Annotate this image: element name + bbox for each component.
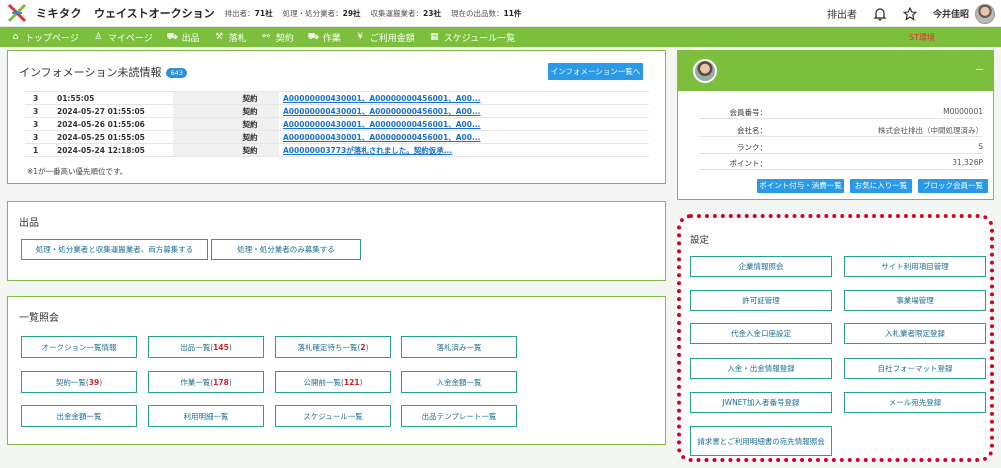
nav-top-page[interactable]: ⌂ トップページ xyxy=(10,31,79,44)
truck-icon: ⛟ xyxy=(307,31,320,42)
profile-company-name: 会社名： 株式会社排出（中間処理済み） xyxy=(699,121,983,137)
yen-icon: ¥ xyxy=(357,31,364,42)
information-panel: インフォメーション未読情報 643 インフォメーション一覧へ 3 01:55:05 契… xyxy=(7,50,666,184)
brand-name: ミキタク xyxy=(36,7,82,20)
nav-bid[interactable]: ⚒ 落札 xyxy=(214,31,247,44)
nav-my-page[interactable]: ♙ マイページ xyxy=(93,31,152,44)
information-list-button[interactable]: インフォメーション一覧へ xyxy=(548,63,643,80)
awaiting-award-list-button[interactable]: 落札確定待ち一覧(2) xyxy=(275,336,391,358)
profile-panel: − 会員番号： M0000001 会社名： 株式会社排出（中間処理済み） ランク： S… xyxy=(677,50,994,200)
table-row: 3 01:55:05 契約 A00000000430001、A000000004560… xyxy=(25,91,649,105)
company-info-button[interactable]: 企業情報照会 xyxy=(690,256,832,277)
bell-icon[interactable] xyxy=(873,7,887,21)
avatar xyxy=(693,59,717,83)
gavel-icon: ⚒ xyxy=(215,31,224,42)
auction-list-button[interactable]: オークション一覧情報 xyxy=(21,336,137,358)
jwnet-number-button[interactable]: JWNET加入者番号登録 xyxy=(690,392,832,413)
information-link[interactable]: A00000000430001、A00000000456001、A00... xyxy=(279,117,649,131)
avatar[interactable] xyxy=(975,3,995,24)
deposit-withdrawal-info-button[interactable]: 入金・出金情報登録 xyxy=(690,358,832,379)
user-name[interactable]: 今井佳昭 xyxy=(933,7,969,20)
stat-listings: 現在の出品数：11件 xyxy=(450,8,522,18)
nav-schedule[interactable]: ▦ スケジュール一覧 xyxy=(429,31,515,44)
brand-subtitle: ウェイストオークション xyxy=(94,7,215,20)
awarded-list-button[interactable]: 落札済み一覧 xyxy=(401,336,517,358)
stat-dischargers: 排出者：71社 xyxy=(224,8,273,18)
nav-work[interactable]: ⛟ 作業 xyxy=(308,31,341,44)
top-bar: ミキタク ウェイストオークション 排出者：71社 処理・処分業者：29社 収集運… xyxy=(0,0,1001,27)
stat-processors: 処理・処分業者：29社 xyxy=(282,8,361,18)
usage-details-list-button[interactable]: 利用明細一覧 xyxy=(148,405,264,427)
custom-format-button[interactable]: 自社フォーマット登録 xyxy=(844,358,986,379)
stat-transporters: 収集運搬業者：23社 xyxy=(370,8,441,18)
settings-panel: 設定 企業情報照会 サイト利用項目管理 許可証管理 事業場管理 代金入金口座設定… xyxy=(677,214,994,462)
minimize-icon[interactable]: − xyxy=(975,63,984,76)
table-row: 3 2024-05-26 01:55:06 契約 A00000000430001、A0… xyxy=(25,117,649,131)
profile-member-number: 会員番号： M0000001 xyxy=(699,103,983,119)
information-link[interactable]: A00000000430001、A00000000456001、A00... xyxy=(279,104,649,118)
invoice-recipient-button[interactable]: 請求書とご利用明細書の宛先情報照会 xyxy=(690,426,832,456)
table-row: 3 2024-05-25 01:55:05 契約 A00000000430001、A0… xyxy=(25,130,649,144)
nav-usage-amount[interactable]: ¥ ご利用金額 xyxy=(355,31,414,44)
listing-panel: 出品 処理・処分業者と収集運搬業者、両方募集する 処理・処分業者のみ募集する xyxy=(7,201,666,281)
recruit-both-button[interactable]: 処理・処分業者と収集運搬業者、両方募集する xyxy=(21,239,208,260)
settings-title: 設定 xyxy=(690,235,710,246)
contract-list-button[interactable]: 契約一覧(39) xyxy=(21,371,137,393)
priority-note: ※1が一番高い優先順位です。 xyxy=(27,167,128,176)
user-area: 排出者 今井佳昭 xyxy=(827,0,995,27)
prepublish-list-button[interactable]: 公開前一覧(121) xyxy=(275,371,391,393)
information-table: 3 01:55:05 契約 A00000000430001、A000000004560… xyxy=(25,91,649,157)
permit-management-button[interactable]: 許可証管理 xyxy=(690,290,832,311)
information-link[interactable]: A00000000430001、A00000000456001、A00... xyxy=(279,91,649,105)
bidder-restriction-button[interactable]: 入札業者限定登録 xyxy=(844,323,986,344)
profile-rank: ランク： S xyxy=(699,138,983,154)
profile-header: − xyxy=(678,51,993,91)
brand-logo-icon[interactable] xyxy=(6,2,28,24)
home-icon: ⌂ xyxy=(12,31,19,42)
blocked-members-button[interactable]: ブロック会員一覧 xyxy=(918,179,988,193)
table-row: 1 2024-05-24 12:18:05 契約 A00000003773が落札されま… xyxy=(25,143,649,157)
user-role: 排出者 xyxy=(826,10,857,21)
information-link[interactable]: A00000000430001、A00000000456001、A00... xyxy=(279,130,649,144)
nav-listing[interactable]: ⛟ 出品 xyxy=(167,31,200,44)
information-title: インフォメーション未読情報 643 xyxy=(19,64,187,80)
listing-template-list-button[interactable]: 出品テンプレート一覧 xyxy=(401,405,517,427)
catalog-panel: 一覧照会 オークション一覧情報 出品一覧(145) 落札確定待ち一覧(2) 落札… xyxy=(7,296,666,445)
nav-contract[interactable]: ⚯ 契約 xyxy=(261,31,293,44)
unread-count-badge: 643 xyxy=(166,68,187,78)
site-usage-items-button[interactable]: サイト利用項目管理 xyxy=(844,256,986,277)
user-icon: ♙ xyxy=(94,31,103,42)
payment-account-button[interactable]: 代金入金口座設定 xyxy=(690,323,832,344)
favorites-list-button[interactable]: お気に入り一覧 xyxy=(850,179,912,193)
environment-label: ST環境 xyxy=(909,33,935,42)
calendar-icon: ▦ xyxy=(429,31,439,42)
truck-group-icon: ⛟ xyxy=(166,31,178,42)
listing-list-button[interactable]: 出品一覧(145) xyxy=(148,336,264,358)
listing-title: 出品 xyxy=(19,218,39,229)
points-history-button[interactable]: ポイント付与・消費一覧 xyxy=(757,179,844,193)
recruit-processors-only-button[interactable]: 処理・処分業者のみ募集する xyxy=(211,239,361,260)
handshake-icon: ⚯ xyxy=(262,31,270,42)
catalog-title: 一覧照会 xyxy=(19,313,59,324)
table-row: 3 2024-05-27 01:55:05 契約 A00000000430001、A0… xyxy=(25,104,649,118)
information-link[interactable]: A00000003773が落札されました。契約仮承... xyxy=(279,143,649,157)
site-management-button[interactable]: 事業場管理 xyxy=(844,290,986,311)
withdrawal-amount-list-button[interactable]: 出金金額一覧 xyxy=(21,405,137,427)
main-nav: ⌂ トップページ ♙ マイページ ⛟ 出品 ⚒ 落札 ⚯ 契約 ⛟ 作業 ¥ ご利用金額 ▦ ス… xyxy=(0,27,1001,47)
email-recipient-button[interactable]: メール宛先登録 xyxy=(844,392,986,413)
work-list-button[interactable]: 作業一覧(178) xyxy=(148,371,264,393)
star-icon[interactable] xyxy=(902,6,918,21)
schedule-list-button[interactable]: スケジュール一覧 xyxy=(275,405,391,427)
profile-points: ポイント： 31,326P xyxy=(699,154,983,170)
deposit-amount-list-button[interactable]: 入金金額一覧 xyxy=(401,371,517,393)
